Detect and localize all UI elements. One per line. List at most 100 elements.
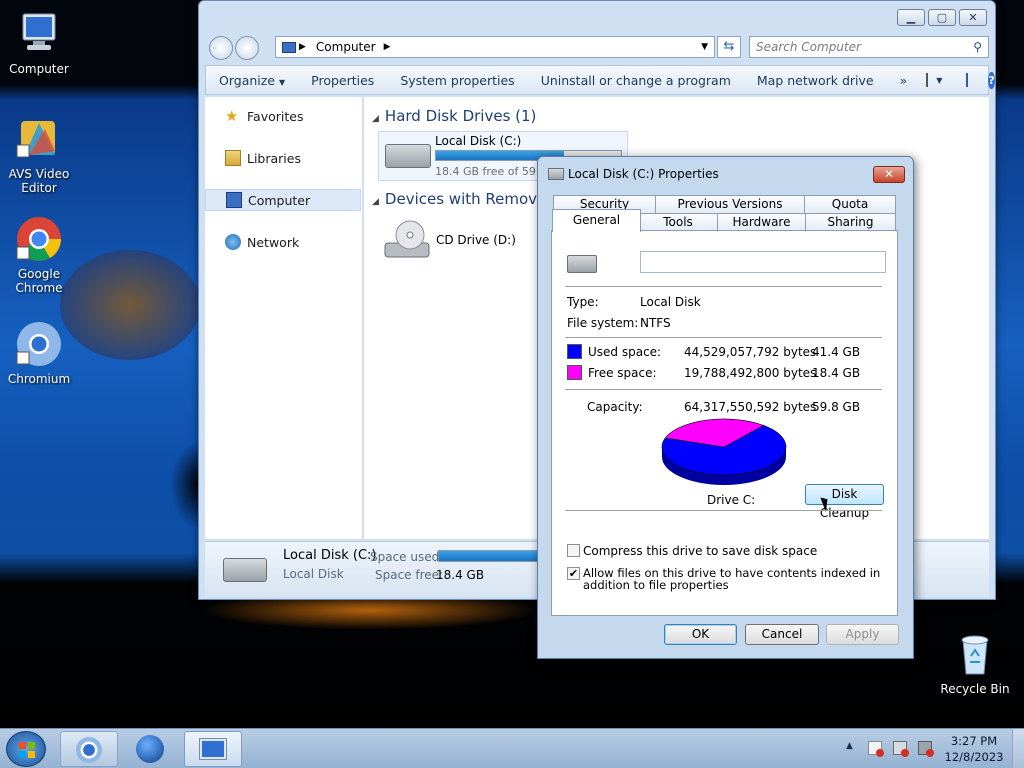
- desktop-icon-label: Google Chrome: [15, 267, 63, 295]
- desktop-icon-recycle-bin[interactable]: Recycle Bin: [937, 630, 1013, 696]
- clock-date: 12/8/2023: [944, 750, 1004, 764]
- action-center-icon[interactable]: [868, 741, 884, 757]
- chevron-down-icon[interactable]: ▼: [701, 42, 708, 52]
- drive-name-input[interactable]: [640, 251, 886, 273]
- file-system-value: NTFS: [640, 316, 671, 330]
- taskbar-explorer[interactable]: [184, 731, 242, 767]
- drive-icon: [548, 168, 564, 180]
- file-system-label: File system:: [567, 316, 639, 330]
- nav-computer[interactable]: Computer: [205, 189, 361, 211]
- help-icon[interactable]: ?: [988, 71, 995, 89]
- nav-libraries[interactable]: Libraries: [205, 147, 361, 169]
- tab-quota[interactable]: Quota: [804, 195, 896, 214]
- capacity-label: Capacity:: [587, 400, 643, 414]
- chevron-down-icon[interactable]: ▼: [936, 76, 942, 85]
- nav-label: Network: [247, 234, 300, 250]
- used-space-bytes: 44,529,057,792 bytes: [684, 345, 817, 359]
- clock-time: 3:27 PM: [950, 734, 998, 748]
- group-header-hard-disks[interactable]: ◢ Hard Disk Drives (1): [372, 107, 536, 125]
- capacity-gb: 59.8 GB: [812, 400, 861, 414]
- close-button[interactable]: ✕: [873, 166, 905, 183]
- search-input[interactable]: Search Computer ⚲: [749, 36, 989, 58]
- ok-button[interactable]: OK: [664, 624, 737, 645]
- desktop-icon-google-chrome[interactable]: Google Chrome: [1, 215, 77, 295]
- globe-icon: [136, 735, 164, 763]
- preview-pane-icon[interactable]: [966, 73, 969, 87]
- recycle-bin-icon: [951, 630, 999, 678]
- cd-drive-icon: [384, 219, 430, 261]
- show-hidden-icons[interactable]: ▲: [846, 741, 853, 751]
- back-button[interactable]: [209, 36, 233, 60]
- free-space-gb: 18.4 GB: [812, 366, 861, 380]
- taskbar: ▲ 3:27 PM 12/8/2023: [0, 728, 1024, 768]
- divider: [565, 389, 882, 390]
- libraries-icon: [225, 150, 241, 166]
- maximize-button[interactable]: ▢: [928, 9, 956, 26]
- desktop-icon-avs-video-editor[interactable]: AVS Video Editor: [1, 115, 77, 195]
- search-icon[interactable]: ⚲: [973, 40, 982, 54]
- type-value: Local Disk: [640, 295, 701, 309]
- windows-logo-icon: [19, 742, 35, 758]
- map-network-drive-button[interactable]: Map network drive: [744, 73, 887, 88]
- apply-button[interactable]: Apply: [826, 624, 899, 645]
- show-desktop-button[interactable]: [1012, 729, 1024, 768]
- minimize-button[interactable]: ▁: [897, 9, 925, 26]
- view-options-icon[interactable]: [926, 73, 929, 87]
- volume-muted-icon[interactable]: [918, 741, 934, 757]
- space-used-label: Space used:: [370, 550, 444, 564]
- chromium-icon: [76, 737, 102, 763]
- avs-video-editor-icon: [15, 115, 63, 163]
- navigation-bar: ▶ Computer ▶ ▼ ⇆ Search Computer ⚲: [205, 33, 989, 61]
- nav-favorites[interactable]: ★ Favorites: [205, 105, 361, 127]
- drive-name: Local Disk (C:): [435, 134, 522, 148]
- forward-button[interactable]: [235, 36, 259, 60]
- tab-previous-versions[interactable]: Previous Versions: [655, 195, 805, 214]
- start-button[interactable]: [6, 731, 46, 767]
- desktop-icon-label: Computer: [9, 62, 69, 76]
- taskbar-globe[interactable]: [122, 731, 180, 767]
- used-space-gb: 41.4 GB: [812, 345, 861, 359]
- chromium-icon: [15, 320, 63, 368]
- compress-drive-label[interactable]: Compress this drive to save disk space: [583, 544, 817, 558]
- close-button[interactable]: ✕: [959, 9, 987, 26]
- wallpaper-blob: [60, 250, 200, 360]
- chrome-icon: [15, 215, 63, 263]
- compress-drive-checkbox[interactable]: [567, 544, 580, 557]
- uninstall-program-button[interactable]: Uninstall or change a program: [528, 73, 744, 88]
- index-files-label[interactable]: Allow files on this drive to have conten…: [583, 567, 883, 591]
- breadcrumb[interactable]: Computer: [316, 40, 376, 54]
- more-commands-button[interactable]: »: [887, 73, 921, 88]
- drive-name: CD Drive (D:): [436, 233, 516, 247]
- disk-cleanup-button[interactable]: Disk Cleanup: [805, 484, 884, 520]
- divider: [565, 510, 882, 511]
- network-tray-icon[interactable]: [893, 741, 909, 757]
- address-bar[interactable]: ▶ Computer ▶ ▼: [275, 36, 715, 58]
- space-free-value: 18.4 GB: [436, 568, 485, 582]
- chevron-right-icon[interactable]: ▶: [384, 42, 391, 52]
- used-space-swatch: [567, 344, 582, 359]
- free-space-swatch: [567, 365, 582, 380]
- details-type: Local Disk: [283, 567, 344, 581]
- nav-network[interactable]: Network: [205, 231, 361, 253]
- refresh-button[interactable]: ⇆: [717, 36, 741, 58]
- desktop-icon-computer[interactable]: Computer: [1, 10, 77, 76]
- divider: [565, 286, 882, 287]
- command-bar: Organize ▼ Properties System properties …: [205, 65, 995, 95]
- cancel-button[interactable]: Cancel: [745, 624, 819, 645]
- drive-icon: [223, 558, 267, 582]
- chevron-right-icon[interactable]: ▶: [299, 42, 306, 52]
- chevron-down-icon: ▼: [278, 77, 286, 87]
- index-files-checkbox[interactable]: ✔: [567, 567, 580, 580]
- clock[interactable]: 3:27 PM 12/8/2023: [944, 733, 1004, 765]
- properties-button[interactable]: Properties: [298, 73, 387, 88]
- collapse-icon: ◢: [372, 114, 379, 124]
- free-space-label: Free space:: [588, 366, 657, 380]
- space-used-fill: [439, 551, 549, 561]
- organize-button[interactable]: Organize ▼: [206, 73, 298, 88]
- desktop-icon-chromium[interactable]: Chromium: [1, 320, 77, 386]
- star-icon: ★: [225, 107, 239, 125]
- capacity-bytes: 64,317,550,592 bytes: [684, 400, 817, 414]
- taskbar-chromium[interactable]: [60, 731, 118, 767]
- tab-general[interactable]: General: [552, 209, 641, 232]
- system-properties-button[interactable]: System properties: [387, 73, 527, 88]
